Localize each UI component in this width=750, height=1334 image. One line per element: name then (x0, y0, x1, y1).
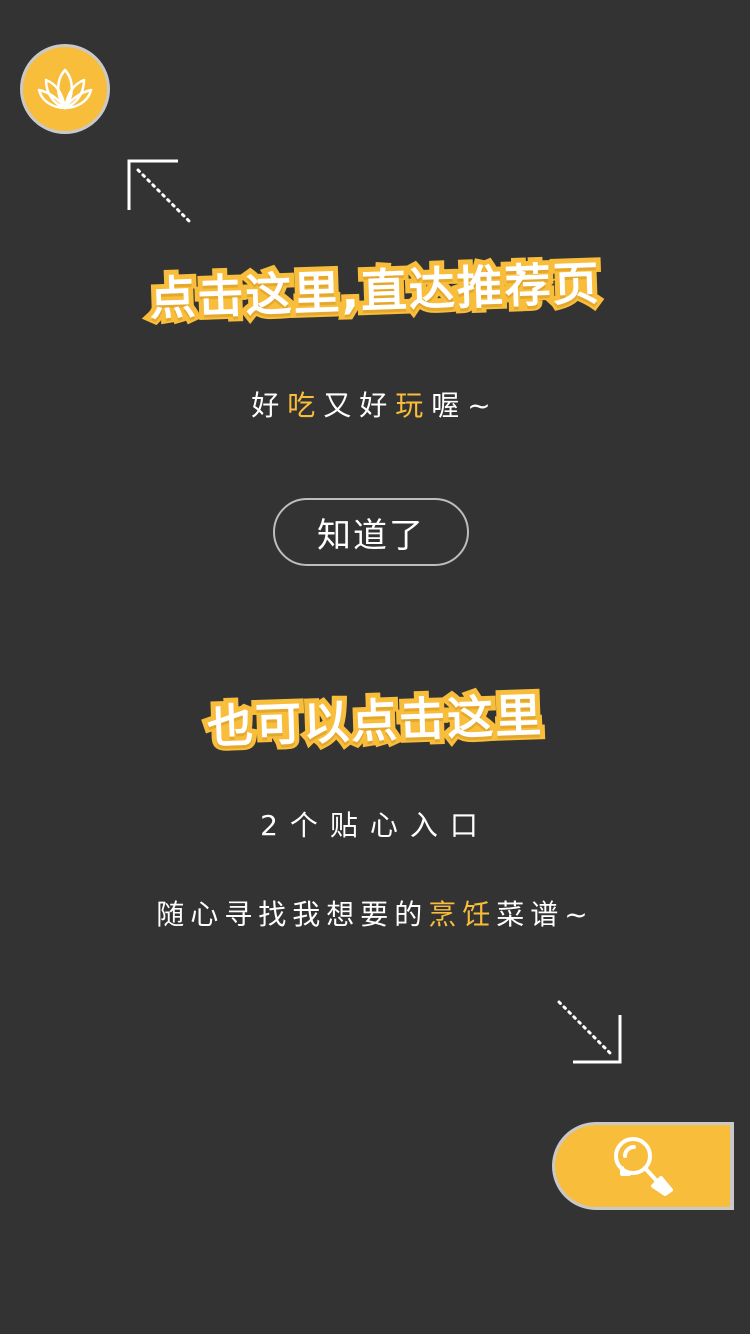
subtext-highlight: 玩 (395, 389, 432, 422)
arrow-up-left-icon (127, 159, 194, 226)
headline-recommend: 点击这里,直达推荐页 (144, 251, 607, 331)
arrow-down-right-icon (557, 1000, 622, 1064)
subtext-recipes: 随心寻找我想要的烹饪菜谱~ (0, 893, 750, 933)
subtext-entries: 2个贴心入口 (260, 809, 490, 842)
subtext-highlight: 烹饪 (428, 898, 497, 931)
subtext-part: 随心寻找我想要的 (156, 898, 429, 931)
got-it-button[interactable]: 知道了 (273, 498, 469, 566)
subtext-part: 好 (251, 389, 288, 422)
lotus-logo-button[interactable] (20, 44, 110, 134)
lightbulb-icon (614, 1137, 673, 1196)
tip-entry-button[interactable] (552, 1122, 734, 1210)
lotus-icon (37, 68, 93, 110)
headline-also-here: 也可以点击这里 (201, 683, 549, 759)
subtext-part: 喔~ (431, 389, 499, 422)
subtext-part: 菜谱~ (496, 898, 594, 931)
subtext-highlight: 吃 (287, 389, 324, 422)
subtext-fun: 好吃又好玩喔~ (0, 384, 750, 424)
subtext-part: 又好 (323, 389, 396, 422)
